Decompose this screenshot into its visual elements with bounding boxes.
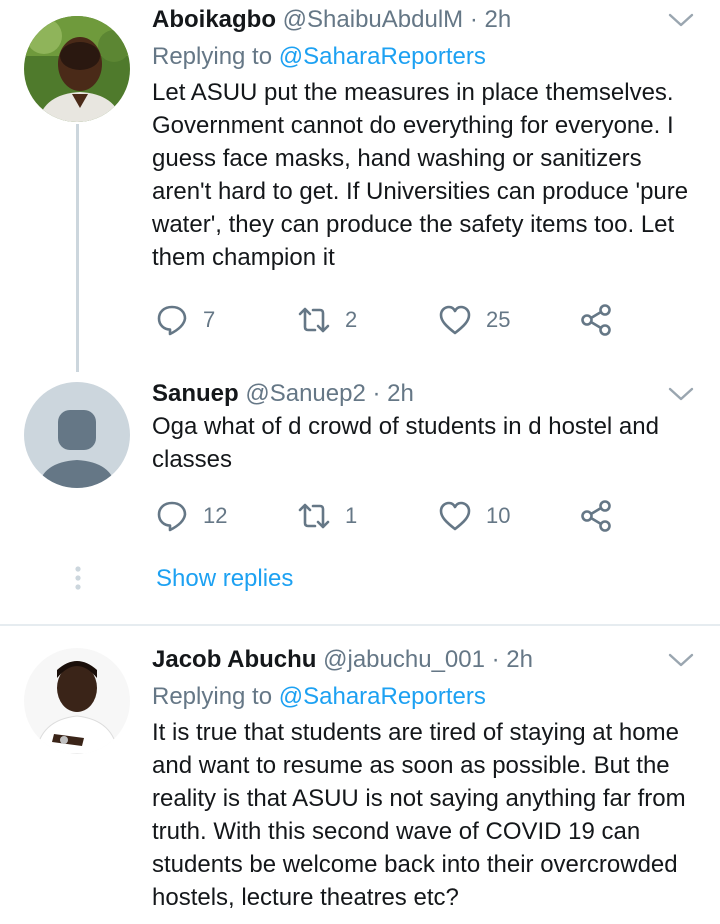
handle[interactable]: @jabuchu_001 [323,646,485,673]
tweet-content: Sanuep @Sanuep2 · 2h Oga what of d crowd… [152,378,700,476]
reply-icon [157,305,187,336]
share-button[interactable] [579,496,613,536]
replying-to-prefix: Replying to [152,683,273,710]
timestamp[interactable]: · 2h [373,380,414,407]
display-name[interactable]: Aboikagbo [152,6,276,33]
retweet-icon [298,503,330,529]
tweet-jacob-abuchu[interactable]: Jacob Abuchu @jabuchu_001 · 2h Replying … [0,626,720,924]
like-button[interactable]: 10 [438,496,510,536]
timestamp[interactable]: · 2h [492,646,533,673]
avatar[interactable] [24,16,130,122]
avatar-photo [24,648,130,754]
tweet-sanuep[interactable]: Sanuep @Sanuep2 · 2h Oga what of d crowd… [0,372,720,552]
chevron-down-icon[interactable] [668,384,694,404]
timestamp[interactable]: · 2h [470,6,511,33]
handle[interactable]: @ShaibuAbdulM [283,6,463,33]
tweet-actions: 12 1 10 [155,496,625,536]
reply-count: 7 [203,307,216,332]
mention-link[interactable]: @SaharaReporters [279,43,486,70]
like-icon [439,501,471,531]
share-icon [581,500,611,532]
replying-to-prefix: Replying to [152,43,273,70]
chevron-down-icon[interactable] [668,10,694,30]
reply-button[interactable]: 12 [155,496,227,536]
display-name[interactable]: Jacob Abuchu [152,646,316,673]
handle[interactable]: @Sanuep2 [245,380,365,407]
avatar[interactable] [24,648,130,754]
chevron-down-icon[interactable] [668,650,694,670]
mention-link[interactable]: @SaharaReporters [279,683,486,710]
tweet-text: Let ASUU put the measures in place thems… [152,79,689,271]
display-name[interactable]: Sanuep [152,380,239,407]
retweet-count: 1 [345,503,358,528]
share-icon [581,304,611,336]
reply-icon [157,501,187,532]
tweet-text: Oga what of d crowd of students in d hos… [152,413,659,473]
tweet-content: Jacob Abuchu @jabuchu_001 · 2h Replying … [152,644,700,914]
retweet-count: 2 [345,307,358,332]
tweet-actions: 7 2 25 [155,300,625,340]
retweet-button[interactable]: 1 [297,496,357,536]
more-dots-icon [75,566,81,590]
tweet-text: It is true that students are tired of st… [152,719,686,911]
retweet-icon [298,307,330,333]
reply-count: 12 [203,503,228,528]
avatar-photo [24,16,130,122]
tweet-header: Sanuep @Sanuep2 · 2h [152,378,700,410]
like-icon [439,305,471,335]
like-count: 10 [486,503,511,528]
share-button[interactable] [579,300,613,340]
reply-button[interactable]: 7 [155,300,215,340]
like-count: 25 [486,307,511,332]
tweet-aboikagbo[interactable]: Aboikagbo @ShaibuAbdulM · 2h Replying to… [0,0,720,360]
show-replies-link[interactable]: Show replies [156,563,293,595]
tweet-header: Aboikagbo @ShaibuAbdulM · 2h [152,4,700,36]
default-avatar-icon [24,382,130,488]
tweet-content: Aboikagbo @ShaibuAbdulM · 2h Replying to… [152,4,700,274]
tweet-header: Jacob Abuchu @jabuchu_001 · 2h [152,644,700,676]
avatar[interactable] [24,382,130,488]
replying-to: Replying to @SaharaReporters [152,680,700,714]
like-button[interactable]: 25 [438,300,510,340]
replying-to: Replying to @SaharaReporters [152,40,700,74]
retweet-button[interactable]: 2 [297,300,357,340]
